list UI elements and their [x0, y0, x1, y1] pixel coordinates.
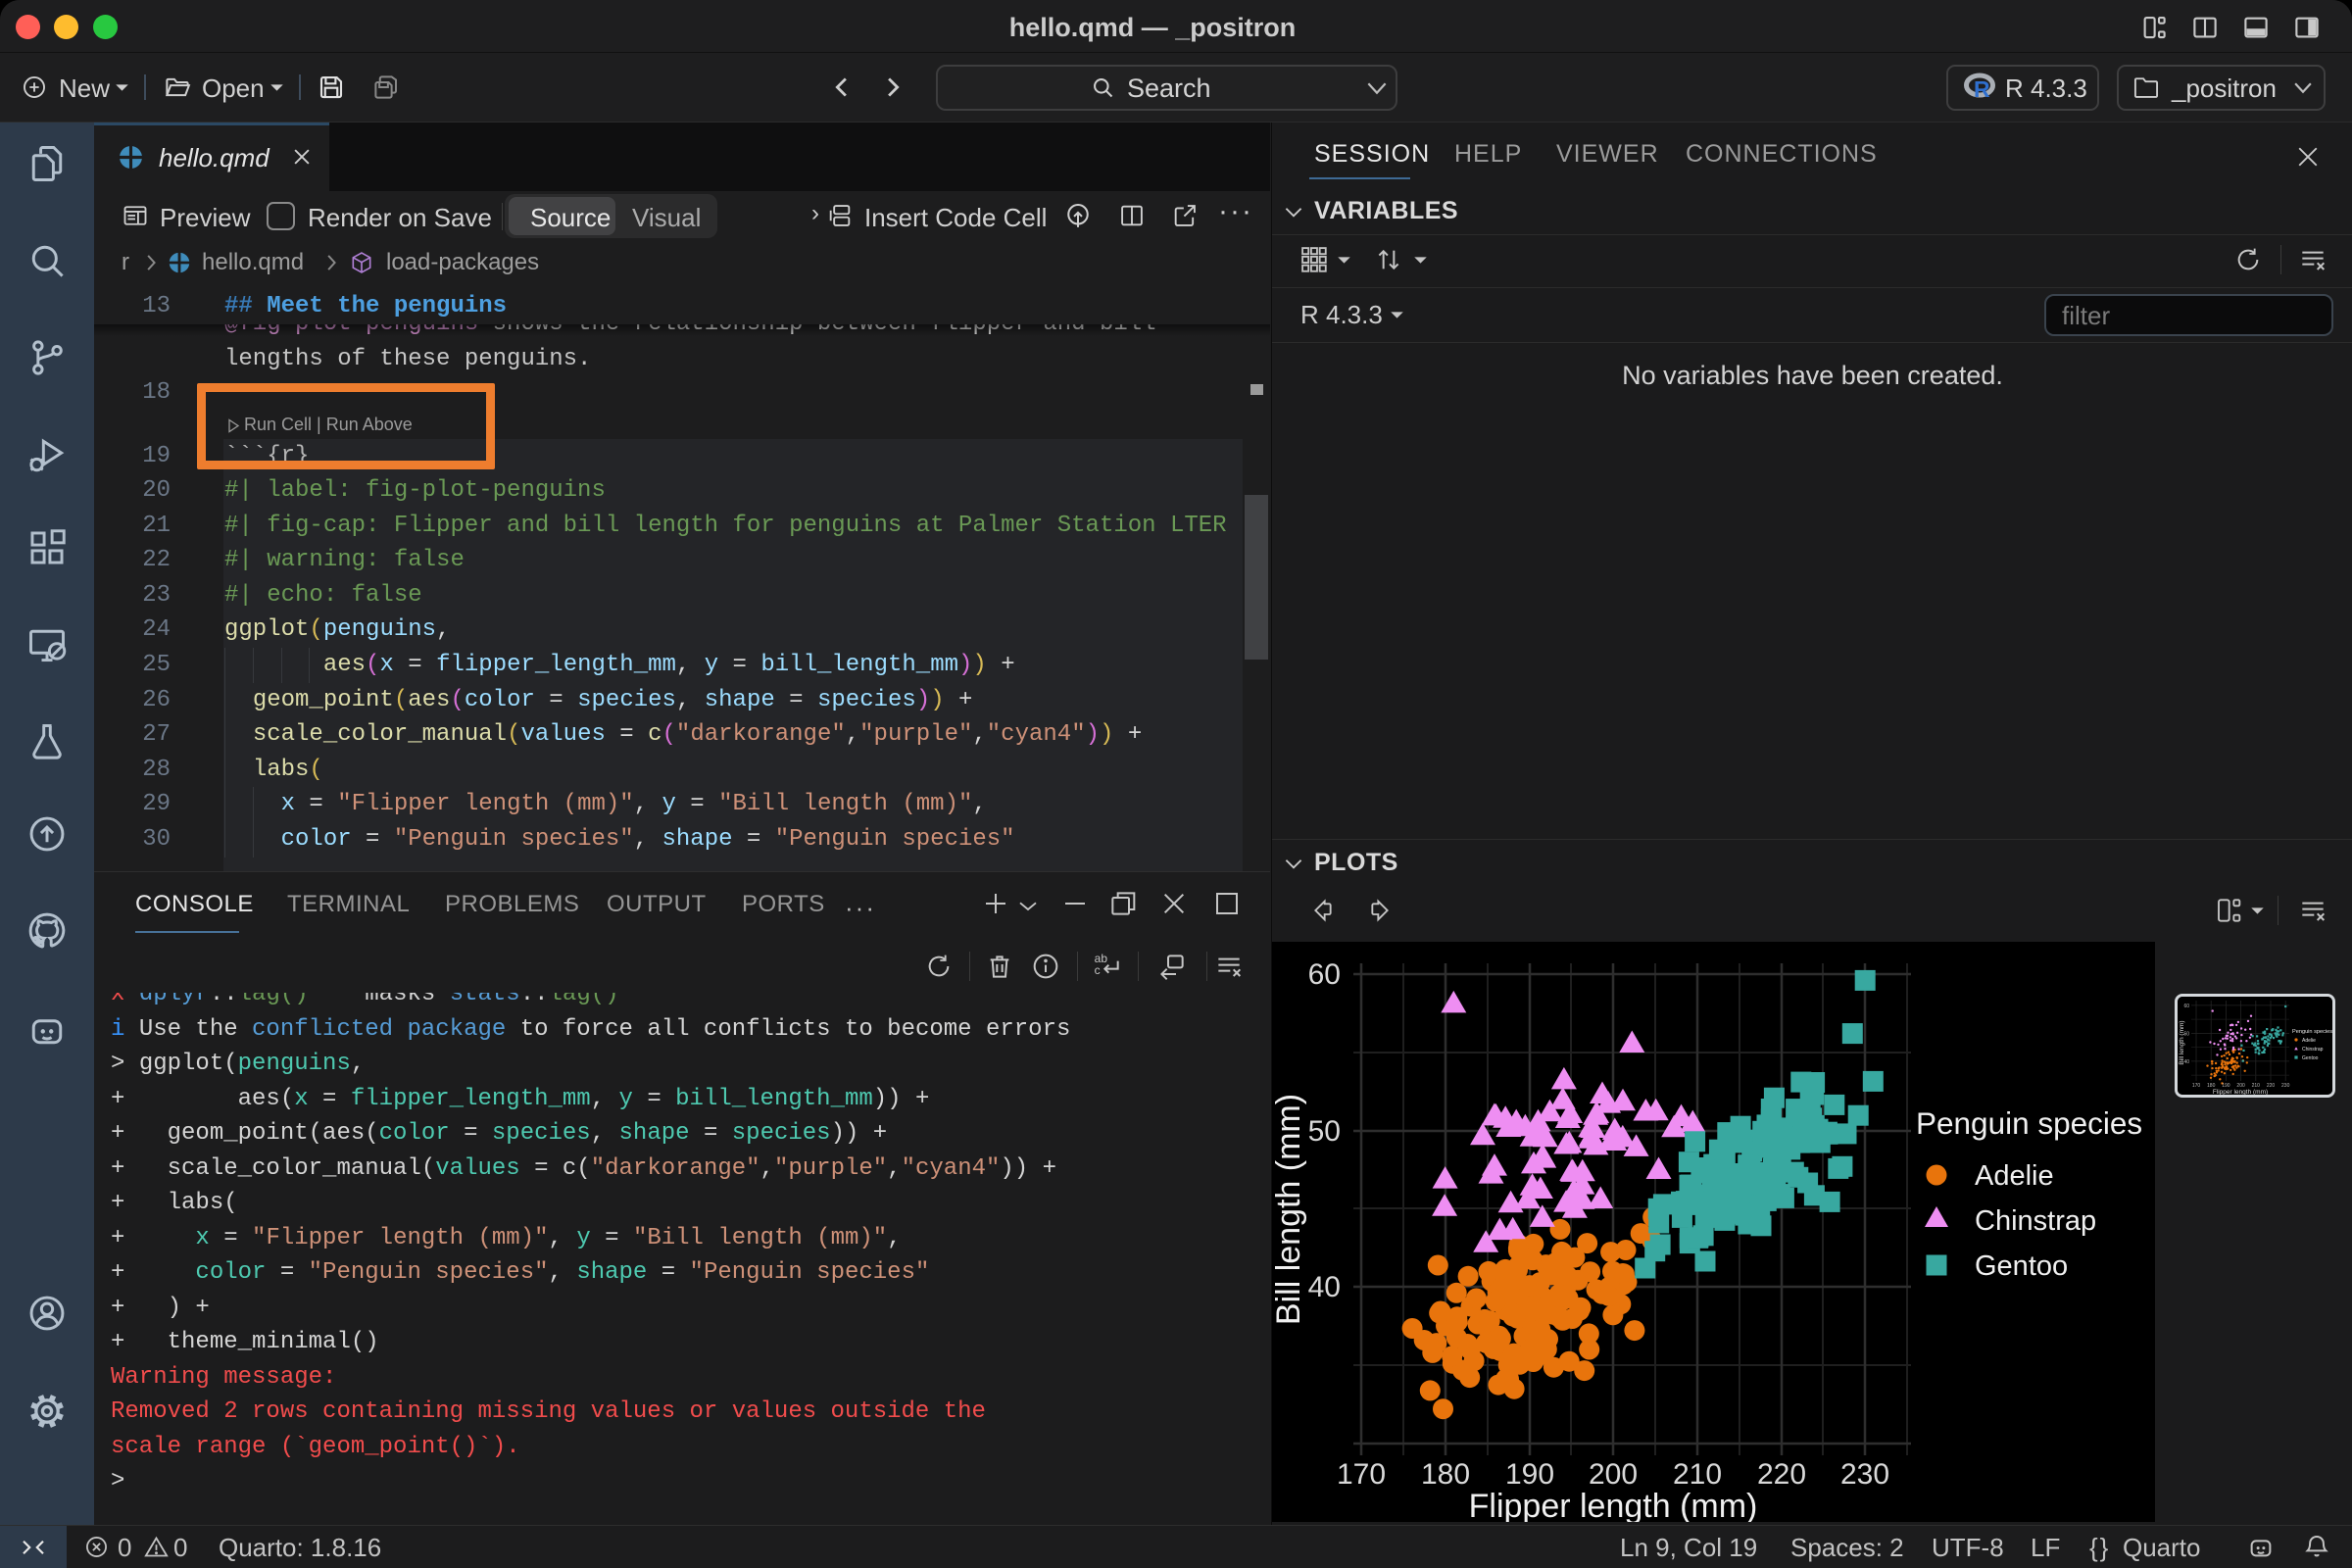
svg-text:200: 200 — [1589, 1458, 1638, 1491]
svg-text:Chinstrap: Chinstrap — [1975, 1205, 2096, 1237]
svg-text:170: 170 — [1337, 1458, 1386, 1491]
svg-text:190: 190 — [1505, 1458, 1554, 1491]
svg-text:Flipper length (mm): Flipper length (mm) — [2213, 1089, 2268, 1095]
svg-text:230: 230 — [1840, 1458, 1889, 1491]
svg-text:Bill length (mm): Bill length (mm) — [1272, 1094, 1307, 1325]
svg-text:Chinstrap: Chinstrap — [2302, 1047, 2324, 1053]
svg-text:230: 230 — [2281, 1083, 2290, 1089]
svg-text:Flipper length (mm): Flipper length (mm) — [1469, 1488, 1758, 1522]
svg-text:50: 50 — [1308, 1115, 1341, 1148]
svg-text:c: c — [1095, 963, 1101, 977]
svg-text:Penguin species: Penguin species — [1916, 1105, 2142, 1141]
svg-text:180: 180 — [1421, 1458, 1470, 1491]
svg-text:R: R — [1974, 76, 1990, 102]
svg-text:210: 210 — [1673, 1458, 1722, 1491]
svg-text:40: 40 — [1308, 1271, 1341, 1303]
svg-text:Adelie: Adelie — [2302, 1038, 2316, 1044]
svg-text:Gentoo: Gentoo — [1975, 1250, 2068, 1282]
svg-text:60: 60 — [2183, 1004, 2189, 1009]
svg-text:Adelie: Adelie — [1975, 1160, 2054, 1192]
svg-text:Penguin species: Penguin species — [2292, 1029, 2332, 1035]
svg-text:220: 220 — [1757, 1458, 1806, 1491]
svg-text:170: 170 — [2192, 1083, 2201, 1089]
svg-text:Gentoo: Gentoo — [2302, 1055, 2319, 1061]
svg-text:Bill length (mm): Bill length (mm) — [2179, 1020, 2185, 1064]
svg-text:60: 60 — [1308, 958, 1341, 991]
